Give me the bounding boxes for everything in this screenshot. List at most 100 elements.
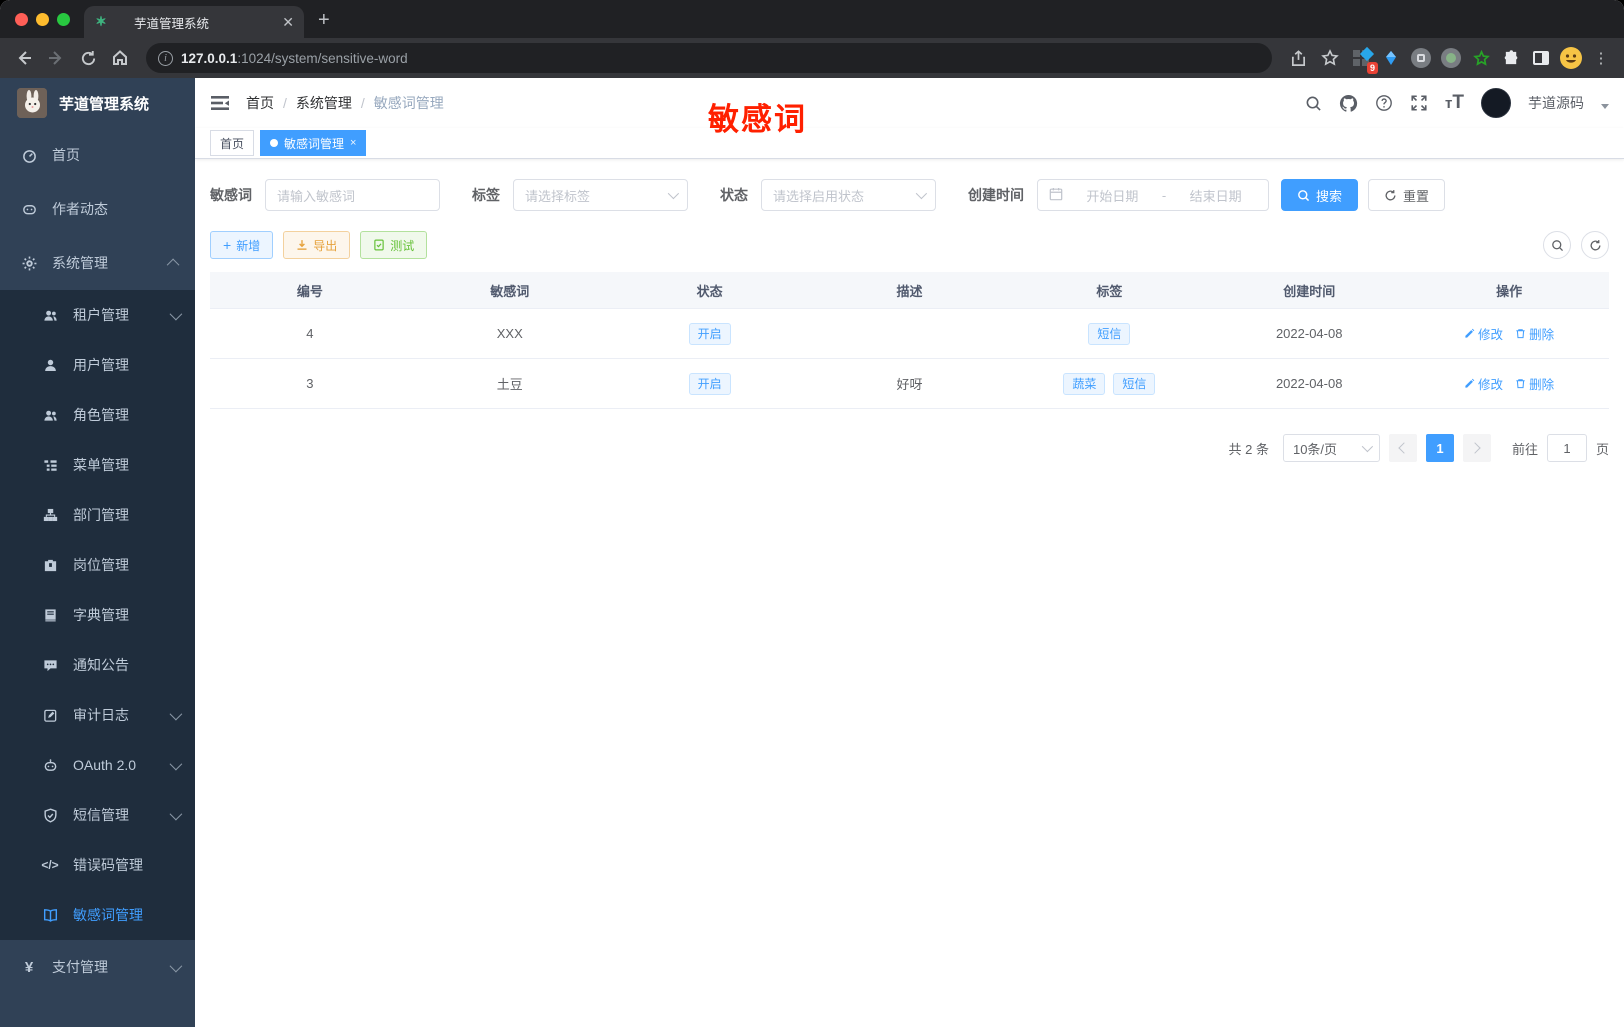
goto-label: 前往 — [1511, 441, 1538, 457]
tag-select[interactable]: 请选择标签 — [513, 179, 688, 211]
edit-link[interactable]: 修改 — [1464, 374, 1503, 393]
url-bar[interactable]: i 127.0.0.1:1024/system/sensitive-word — [146, 43, 1272, 73]
edit-link[interactable]: 修改 — [1464, 324, 1503, 343]
reset-button[interactable]: 重置 — [1368, 179, 1446, 211]
extensions-puzzle-icon[interactable] — [1498, 45, 1524, 71]
date-range-picker[interactable]: 开始日期 - 结束日期 — [1037, 179, 1269, 211]
sidebar-item-error-code[interactable]: </> 错误码管理 — [0, 840, 195, 890]
site-info-icon[interactable]: i — [158, 50, 173, 66]
chevron-down-icon — [667, 187, 680, 200]
sidebar-item-menu[interactable]: 菜单管理 — [0, 440, 195, 490]
role-users-icon — [42, 407, 58, 423]
trash-icon — [1516, 379, 1525, 389]
export-button[interactable]: 导出 — [283, 231, 351, 259]
sidebar-toggle-icon[interactable] — [1528, 45, 1554, 71]
extension-green-star-icon[interactable] — [1468, 45, 1494, 71]
breadcrumb-section[interactable]: 系统管理 — [296, 93, 352, 113]
chevron-down-icon — [915, 187, 928, 200]
breadcrumb-current: 敏感词管理 — [373, 95, 444, 111]
date-label: 创建时间 — [968, 187, 1024, 203]
sidebar-item-audit-log[interactable]: 审计日志 — [0, 690, 195, 740]
fullscreen-icon[interactable] — [1410, 94, 1428, 112]
shield-check-icon — [42, 807, 58, 823]
sidebar-item-author[interactable]: 作者动态 — [0, 182, 195, 236]
reload-icon[interactable] — [74, 44, 102, 72]
extension-badge: 9 — [1366, 62, 1378, 74]
extension-kite-icon[interactable] — [1378, 45, 1404, 71]
sidebar-item-dict[interactable]: 字典管理 — [0, 590, 195, 640]
author-chat-icon — [21, 201, 37, 217]
sidebar-item-notice[interactable]: 通知公告 — [0, 640, 195, 690]
tag-badge: 短信 — [1088, 322, 1131, 345]
sidebar-item-home[interactable]: 首页 — [0, 128, 195, 182]
breadcrumb-home[interactable]: 首页 — [246, 93, 274, 113]
document-check-icon — [374, 239, 384, 251]
page-number[interactable]: 1 — [1425, 434, 1454, 462]
date-start: 开始日期 — [1086, 188, 1139, 204]
goto-page-input[interactable]: 1 — [1546, 434, 1587, 462]
bookmark-star-icon[interactable] — [1316, 44, 1344, 72]
test-button[interactable]: 测试 — [360, 231, 428, 259]
sidebar-item-oauth[interactable]: OAuth 2.0 — [0, 740, 195, 790]
status-select[interactable]: 请选择启用状态 — [761, 179, 936, 211]
search-button[interactable]: 搜索 — [1281, 179, 1359, 211]
next-page-button[interactable] — [1462, 434, 1491, 462]
github-icon[interactable] — [1339, 94, 1358, 113]
tag-badge: 蔬菜 — [1063, 372, 1106, 395]
tab-close-icon[interactable]: ✕ — [282, 14, 294, 31]
extension-grid-icon[interactable]: 9 — [1348, 45, 1378, 74]
username[interactable]: 芋道源码 — [1528, 93, 1584, 113]
sidebar-item-user[interactable]: 用户管理 — [0, 340, 195, 390]
chevron-down-icon — [169, 959, 183, 972]
sidebar-item-system[interactable]: 系统管理 — [0, 236, 195, 290]
sidebar-item-role[interactable]: 角色管理 — [0, 390, 195, 440]
delete-link[interactable]: 删除 — [1515, 324, 1554, 343]
share-icon[interactable] — [1284, 44, 1312, 72]
cell-word: 土豆 — [496, 377, 523, 392]
extension-command-icon[interactable] — [1408, 45, 1434, 71]
status-label: 状态 — [720, 187, 748, 203]
user-avatar[interactable] — [1481, 88, 1511, 118]
sidebar-item-pay[interactable]: ¥ 支付管理 — [0, 940, 195, 994]
minimize-window-button[interactable] — [36, 12, 49, 26]
page-size-select[interactable]: 10条/页 — [1282, 434, 1380, 462]
font-size-icon[interactable]: тT — [1445, 92, 1464, 114]
maximize-window-button[interactable] — [57, 12, 70, 26]
notice-bubble-icon — [42, 657, 58, 673]
sidebar-item-sensitive-word[interactable]: 敏感词管理 — [0, 890, 195, 940]
back-icon[interactable] — [10, 44, 38, 72]
prev-page-button[interactable] — [1388, 434, 1417, 462]
robot-icon — [42, 757, 58, 773]
page-content: 敏感词 请输入敏感词 标签 请选择标签 状态 请选择启用状态 创建时间 开始日期… — [195, 159, 1624, 1027]
new-tab-button[interactable]: + — [318, 9, 330, 32]
browser-toolbar: i 127.0.0.1:1024/system/sensitive-word 9 — [0, 38, 1624, 78]
profile-avatar-icon[interactable] — [1558, 45, 1584, 71]
caret-down-icon[interactable] — [1601, 103, 1609, 109]
refresh-button[interactable] — [1581, 231, 1609, 259]
chrome-menu-icon[interactable]: ⋮ — [1588, 45, 1614, 71]
keyword-label: 敏感词 — [210, 187, 252, 203]
show-search-button[interactable] — [1543, 231, 1571, 259]
tag-home[interactable]: 首页 — [210, 130, 255, 156]
tag-sensitive-word[interactable]: 敏感词管理 × — [260, 130, 367, 156]
hamburger-icon[interactable] — [210, 93, 230, 113]
dashboard-icon — [21, 147, 37, 163]
tag-close-icon[interactable]: × — [350, 137, 356, 149]
sidebar-item-dept[interactable]: 部门管理 — [0, 490, 195, 540]
sidebar-item-sms[interactable]: 短信管理 — [0, 790, 195, 840]
main-area: 首页 / 系统管理 / 敏感词管理 тT 芋道源码 首页 敏感词管理 × 敏感词… — [195, 78, 1624, 1027]
sidebar-logo[interactable]: 芋道管理系统 — [0, 78, 195, 128]
extension-recorder-icon[interactable] — [1438, 45, 1464, 71]
browser-tab[interactable]: 芋道管理系统 ✕ — [84, 6, 304, 38]
sidebar-item-tenant[interactable]: 租户管理 — [0, 290, 195, 340]
forward-icon[interactable] — [42, 44, 70, 72]
add-button[interactable]: + 新增 — [210, 231, 274, 259]
home-icon[interactable] — [106, 44, 134, 72]
sidebar-item-post[interactable]: 岗位管理 — [0, 540, 195, 590]
close-window-button[interactable] — [15, 12, 28, 26]
cell-word: XXX — [496, 326, 523, 341]
help-icon[interactable] — [1375, 94, 1393, 112]
search-icon[interactable] — [1305, 95, 1322, 112]
delete-link[interactable]: 删除 — [1515, 374, 1554, 393]
keyword-input[interactable]: 请输入敏感词 — [265, 179, 440, 211]
